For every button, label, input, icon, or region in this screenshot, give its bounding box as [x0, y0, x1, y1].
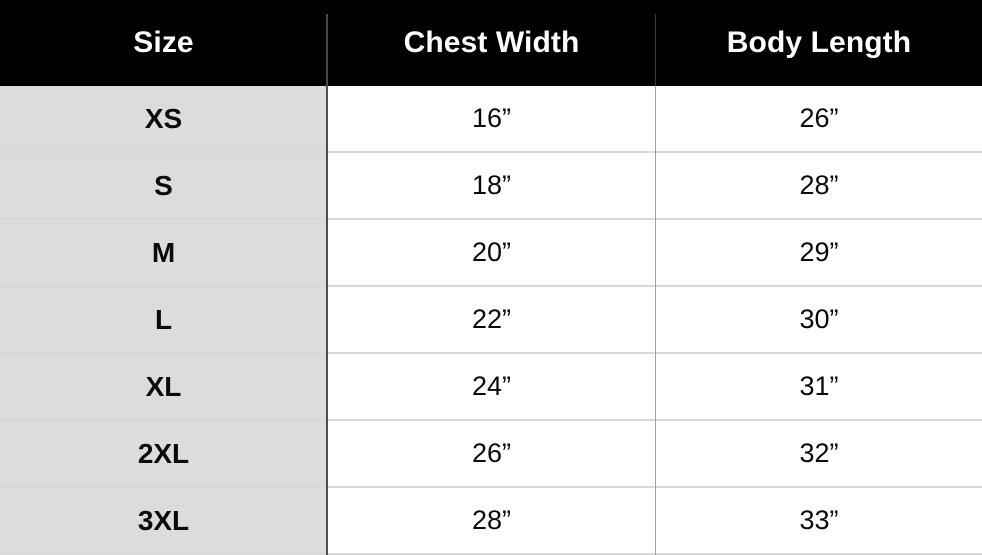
cell-body-length: 28”	[656, 153, 982, 218]
cell-size: 2XL	[0, 421, 327, 486]
table-row: L 22” 30”	[0, 287, 982, 354]
cell-body-length: 33”	[656, 488, 982, 553]
cell-size: 3XL	[0, 488, 327, 553]
column-header-chest-width: Chest Width	[403, 26, 580, 59]
table-header-row: Size Chest Width Body Length	[0, 0, 982, 86]
column-header-size: Size	[133, 26, 194, 59]
table-row: XS 16” 26”	[0, 86, 982, 153]
cell-size: XS	[0, 86, 327, 151]
table-row: S 18” 28”	[0, 153, 982, 220]
cell-size: L	[0, 287, 327, 352]
table-row: 2XL 26” 32”	[0, 421, 982, 488]
table-row: XL 24” 31”	[0, 354, 982, 421]
cell-size: XL	[0, 354, 327, 419]
header-column-divider-2	[655, 14, 656, 86]
body-column-divider-2	[655, 86, 656, 555]
column-header-body-length: Body Length	[726, 26, 912, 59]
cell-chest-width: 20”	[327, 220, 656, 285]
cell-body-length: 32”	[656, 421, 982, 486]
cell-body-length: 30”	[656, 287, 982, 352]
cell-chest-width: 28”	[327, 488, 656, 553]
cell-size: S	[0, 153, 327, 218]
table-body: XS 16” 26” S 18” 28” M 20” 29” L 22” 30” XL 24” 31” 2XL…	[0, 86, 982, 555]
cell-body-length: 26”	[656, 86, 982, 151]
body-column-divider-1	[326, 86, 328, 555]
cell-chest-width: 22”	[327, 287, 656, 352]
cell-body-length: 31”	[656, 354, 982, 419]
cell-size: M	[0, 220, 327, 285]
cell-chest-width: 18”	[327, 153, 656, 218]
cell-chest-width: 16”	[327, 86, 656, 151]
header-column-divider-1	[326, 14, 328, 86]
size-chart-table: Size Chest Width Body Length XS 16” 26” S 18…	[0, 0, 982, 555]
cell-chest-width: 24”	[327, 354, 656, 419]
table-row: 3XL 28” 33”	[0, 488, 982, 555]
cell-chest-width: 26”	[327, 421, 656, 486]
cell-body-length: 29”	[656, 220, 982, 285]
table-row: M 20” 29”	[0, 220, 982, 287]
